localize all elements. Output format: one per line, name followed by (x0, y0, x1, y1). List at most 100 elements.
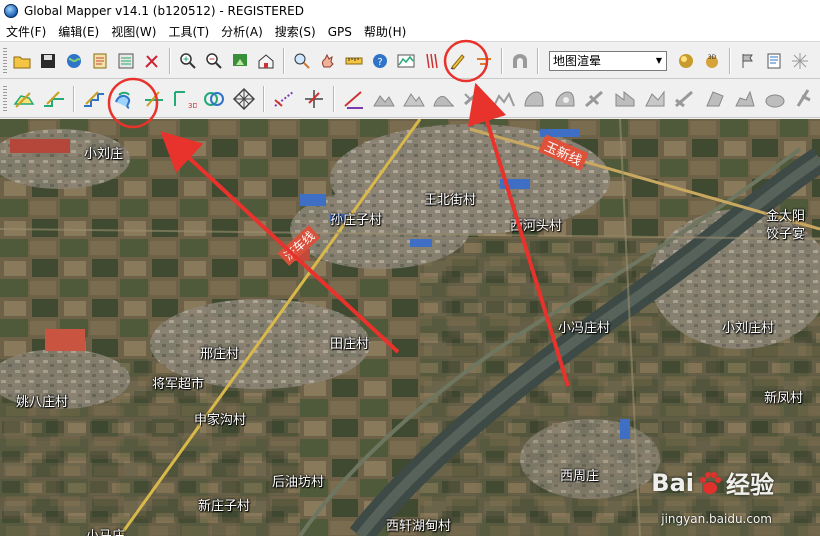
info-icon[interactable]: ? (368, 48, 392, 74)
shader-dropdown[interactable]: 地图渲晕 ▼ (549, 50, 667, 71)
terrain-b-icon[interactable] (430, 84, 458, 114)
place-label: 王北街村 (424, 193, 477, 208)
menu-edit[interactable]: 编辑(E) (52, 22, 105, 42)
terrain-d-icon[interactable] (490, 84, 518, 114)
place-label: 小马庄 (86, 525, 125, 536)
terrain-l-icon[interactable] (731, 84, 759, 114)
place-label: 西周庄 (560, 469, 600, 484)
paw-icon (700, 471, 721, 494)
place-label: 饺子宴 (766, 227, 806, 242)
place-label: 新凤村 (764, 391, 804, 406)
terrain-k-icon[interactable] (701, 84, 729, 114)
toolbar-separator (333, 85, 336, 112)
zoom-in-icon[interactable] (176, 48, 200, 74)
terrain-n-icon[interactable] (791, 84, 819, 114)
watermark-brand-right: 经验 (726, 471, 774, 499)
terrain-m-icon[interactable] (761, 84, 789, 114)
digitizer-toolbar: 3D (0, 80, 820, 118)
buffer-icon[interactable] (200, 84, 228, 114)
view-shed-icon[interactable] (420, 48, 444, 74)
place-label: 将军超市 (152, 377, 205, 392)
terrain-i-icon[interactable] (641, 84, 669, 114)
toolbar-grip[interactable] (3, 47, 7, 74)
toolbar-separator (537, 47, 539, 74)
open-icon[interactable] (10, 48, 34, 74)
place-label: 西河头村 (510, 219, 563, 234)
menu-search[interactable]: 搜索(S) (269, 22, 322, 42)
chevron-down-icon[interactable]: ▼ (652, 52, 666, 70)
toolbar-grip[interactable] (3, 85, 7, 112)
toolbar-separator (72, 85, 75, 112)
terrain-e-icon[interactable] (520, 84, 548, 114)
menu-gps[interactable]: GPS (322, 22, 358, 42)
save-icon[interactable] (36, 48, 60, 74)
terrain-j-icon[interactable] (671, 84, 699, 114)
tunnel-icon[interactable] (508, 48, 532, 74)
create-area-icon[interactable] (10, 84, 38, 114)
menu-view[interactable]: 视图(W) (105, 22, 162, 42)
terrain-c-icon[interactable] (460, 84, 488, 114)
zoom-extent-icon[interactable] (228, 48, 252, 74)
create-line-icon[interactable] (40, 84, 68, 114)
shader-icon[interactable] (674, 48, 698, 74)
menu-bar: 文件(F) 编辑(E) 视图(W) 工具(T) 分析(A) 搜索(S) GPS … (0, 22, 820, 42)
edit-vertex-icon[interactable] (80, 84, 108, 114)
baidu-watermark: Bai 经验 (651, 465, 774, 500)
magnify-icon[interactable] (290, 48, 314, 74)
measure-icon[interactable] (342, 48, 366, 74)
globe-icon[interactable] (62, 48, 86, 74)
menu-tools[interactable]: 工具(T) (162, 22, 215, 42)
3d-view-icon[interactable]: 3D (700, 48, 724, 74)
toolbar-separator (263, 85, 266, 112)
watermark-brand-left: Bai (651, 468, 694, 497)
coordinate-icon[interactable]: 3D (170, 84, 198, 114)
pan-icon[interactable] (316, 48, 340, 74)
terrain-g-icon[interactable] (581, 84, 609, 114)
place-label: 西轩湖甸村 (386, 519, 452, 534)
menu-analysis[interactable]: 分析(A) (215, 22, 269, 42)
toolbar-separator (729, 47, 731, 74)
terrain-a-icon[interactable] (400, 84, 428, 114)
svg-text:?: ? (377, 57, 382, 68)
main-toolbar: ? 地图渲晕 ▼ 3D (0, 43, 820, 79)
menu-file[interactable]: 文件(F) (0, 22, 52, 42)
line-style-icon[interactable] (472, 48, 496, 74)
place-label: 姚八庄村 (16, 395, 69, 410)
grid-icon[interactable] (230, 84, 258, 114)
add-point-icon[interactable] (340, 84, 368, 114)
menu-help[interactable]: 帮助(H) (358, 22, 412, 42)
place-label: 田庄村 (330, 337, 370, 352)
app-globe-icon (4, 4, 18, 18)
terrain-h-icon[interactable] (611, 84, 639, 114)
digitizer-icon[interactable] (446, 48, 470, 74)
zoom-full-icon[interactable] (788, 48, 812, 74)
overlay-control-icon[interactable] (114, 48, 138, 74)
svg-text:3D: 3D (708, 54, 717, 61)
place-label: 新庄子村 (198, 499, 251, 514)
feature-info-icon[interactable] (370, 84, 398, 114)
place-label: 申家沟村 (194, 413, 247, 428)
watermark-url: jingyan.baidu.com (661, 512, 772, 526)
script-icon[interactable] (762, 48, 786, 74)
join-icon[interactable] (300, 84, 328, 114)
toolbar-separator (501, 47, 503, 74)
toolbar-separator (283, 47, 285, 74)
toolbar-separator (169, 47, 171, 74)
layers-icon[interactable] (88, 48, 112, 74)
place-label: 小刘庄 (84, 147, 124, 162)
place-label: 金太阳 (766, 209, 806, 224)
auto-trace-icon[interactable] (110, 84, 138, 114)
place-label: 邢庄村 (200, 347, 240, 362)
zoom-out-icon[interactable] (202, 48, 226, 74)
split-icon[interactable] (270, 84, 298, 114)
path-profile-icon[interactable] (394, 48, 418, 74)
config-icon[interactable] (140, 48, 164, 74)
place-label: 小冯庄村 (558, 321, 611, 336)
home-icon[interactable] (254, 48, 278, 74)
flag-icon[interactable] (736, 48, 760, 74)
map-view[interactable]: 玉新线 济车线 小刘庄 王北街村 孙庄子村 西河头村 田庄村 邢庄村 将军超市 … (0, 119, 820, 536)
snap-icon[interactable] (140, 84, 168, 114)
terrain-f-icon[interactable] (551, 84, 579, 114)
place-label: 后油坊村 (272, 475, 325, 490)
place-label: 小刘庄村 (722, 321, 775, 336)
